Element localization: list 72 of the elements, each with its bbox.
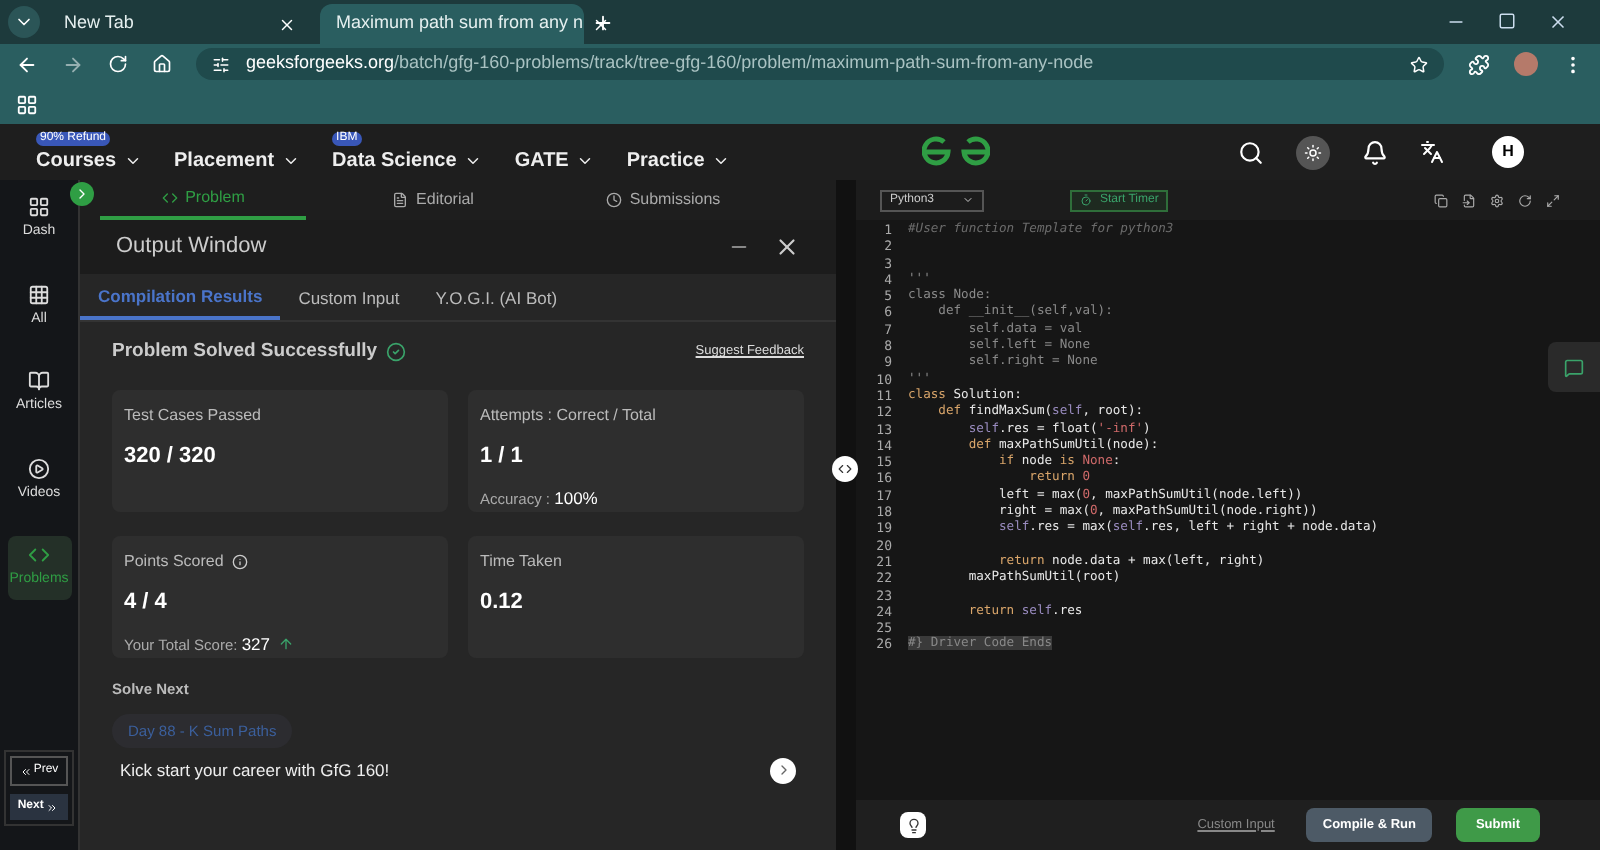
copy-icon[interactable] [1434, 193, 1448, 207]
promo-arrow-button[interactable] [770, 757, 796, 784]
stat-value: 320 / 320 [124, 442, 218, 473]
chevron-down-icon [962, 194, 974, 206]
file-icon[interactable] [1462, 193, 1476, 207]
translate-icon[interactable] [1420, 140, 1444, 164]
lightbulb-icon [905, 817, 921, 833]
window-title: Output Window [116, 232, 267, 263]
chevron-down-icon [282, 152, 301, 170]
stat-value: 4 / 4 [124, 588, 169, 619]
nav-menu-item[interactable]: Placement [174, 146, 301, 176]
chevron-down-icon [712, 152, 731, 170]
expand-button[interactable] [70, 182, 94, 206]
nav-menu-item[interactable]: Data Science [332, 146, 483, 176]
address-bar[interactable]: geeksforgeeks.org/batch/gfg-160-problems/track/tree-gfg-160/problem/maximum-path-sum-from-any-node [196, 48, 1444, 80]
chevron-right-icon [74, 186, 90, 202]
stat-title: Points Scored [124, 550, 224, 575]
nav-menu-item[interactable]: GATE [514, 146, 595, 176]
book-icon [28, 370, 50, 392]
tab-menu-button[interactable] [8, 6, 40, 38]
stat-title: Time Taken [480, 550, 562, 575]
promo-text: Kick start your career with GfG 160! [120, 757, 390, 784]
problem-tab[interactable]: Editorial [330, 180, 536, 220]
notification-icon[interactable] [1362, 139, 1388, 165]
check-icon [385, 342, 406, 363]
search-icon[interactable] [1238, 139, 1264, 165]
timer-icon [1080, 194, 1092, 206]
stat-title: Attempts : Correct / Total [480, 404, 656, 429]
code-icon [28, 544, 50, 566]
settings-icon[interactable] [1490, 193, 1504, 207]
close-icon[interactable] [278, 15, 296, 33]
url-text: geeksforgeeks.org/batch/gfg-160-problems/track/tree-gfg-160/problem/maximum-path-sum-from-any-node [246, 50, 1094, 77]
home-icon[interactable] [152, 54, 172, 74]
chevron-down-icon [576, 152, 595, 170]
chat-button[interactable] [1548, 342, 1600, 392]
site-settings-icon[interactable] [212, 55, 230, 73]
maximize-icon[interactable] [1498, 12, 1516, 30]
back-icon[interactable] [16, 53, 38, 75]
close-icon[interactable] [1548, 12, 1568, 32]
problem-tab[interactable]: Submissions [560, 180, 766, 220]
document-icon [392, 192, 409, 208]
user-avatar[interactable]: H [1492, 136, 1524, 168]
success-message: Problem Solved Successfully [112, 338, 378, 366]
play-icon [28, 457, 50, 479]
bookmark-star-icon[interactable] [1410, 55, 1428, 73]
stat-title: Test Cases Passed [124, 404, 261, 429]
stat-value: 0.12 [480, 588, 525, 619]
stat-value: 1 / 1 [480, 442, 525, 473]
code-icon [161, 190, 178, 206]
theme-toggle[interactable] [1296, 135, 1330, 169]
dashboard-icon [28, 196, 50, 218]
grid-icon [28, 283, 50, 305]
chevron-down-icon [464, 152, 483, 170]
nav-menu-item[interactable]: Courses [36, 146, 143, 176]
chevron-down-icon [124, 152, 143, 170]
logo-icon [922, 136, 991, 168]
apps-icon[interactable] [16, 93, 38, 115]
browser-tab[interactable]: New Tab [48, 4, 312, 44]
sun-icon [1304, 143, 1322, 161]
output-tab[interactable]: Y.O.G.I. (AI Bot) [417, 276, 576, 320]
fullscreen-icon[interactable] [1546, 193, 1560, 207]
extensions-icon[interactable] [1468, 53, 1490, 75]
output-tab[interactable]: Custom Input [280, 276, 418, 320]
clock-icon [605, 192, 622, 208]
close-icon[interactable] [774, 234, 800, 260]
double-chevron-right-icon [45, 801, 58, 813]
reset-icon[interactable] [1518, 193, 1532, 207]
hint-button[interactable] [900, 812, 926, 838]
code-icon [838, 462, 852, 476]
nav-menu-item[interactable]: Practice [626, 146, 731, 176]
reload-icon[interactable] [108, 54, 128, 74]
chat-icon [1564, 357, 1584, 377]
